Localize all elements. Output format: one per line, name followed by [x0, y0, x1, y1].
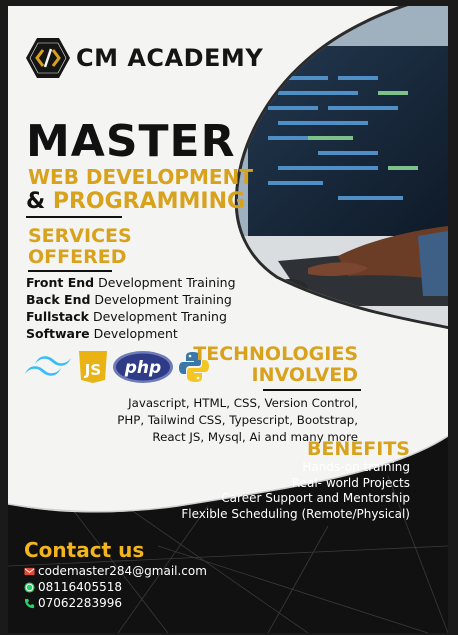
phone-icon	[24, 598, 35, 608]
technologies-title-line1: TECHNOLOGIES	[193, 343, 358, 365]
service-item-rest: Development Traning	[88, 309, 227, 324]
technologies-underline	[263, 389, 361, 391]
contact-whatsapp-text: 08116405518	[38, 580, 122, 594]
technologies-list: Javascript, HTML, CSS, Version Control, …	[8, 395, 358, 446]
benefits-list: Hands-on training Real- world Projects C…	[181, 460, 410, 522]
service-item-bold: Front End	[26, 275, 95, 290]
service-item-bold: Fullstack	[26, 309, 89, 324]
service-item-rest: Development Training	[94, 275, 236, 290]
headline-web-development: WEB DEVELOPMENT	[28, 165, 253, 189]
services-title-line1: SERVICES	[28, 225, 132, 247]
benefit-item: Real- world Projects	[291, 475, 410, 490]
contact-whatsapp[interactable]: 08116405518	[24, 580, 122, 594]
contact-phone[interactable]: 07062283996	[24, 596, 122, 610]
service-item-rest: Development	[89, 326, 178, 341]
benefit-item: Hands-on training	[302, 460, 410, 474]
service-item-bold: Software	[26, 326, 90, 341]
tech-icons: JS php	[22, 349, 211, 385]
services-title-line2: OFFERED	[28, 246, 127, 268]
academy-poster: CM ACADEMY MASTER WEB DEVELOPMENT & PROG…	[8, 6, 448, 633]
brand-name: CM ACADEMY	[76, 44, 264, 72]
technologies-title-line2: INVOLVED	[251, 364, 358, 386]
brand-logo: CM ACADEMY	[26, 36, 263, 80]
javascript-icon: JS	[79, 351, 107, 383]
technologies-line: React JS, Mysql, Ai and many more	[152, 430, 358, 444]
poster-frame: CM ACADEMY MASTER WEB DEVELOPMENT & PROG…	[0, 0, 458, 635]
contact-phone-text: 07062283996	[38, 596, 122, 610]
service-item: Software Development	[26, 325, 236, 342]
technologies-title: TECHNOLOGIES INVOLVED	[193, 344, 358, 386]
php-icon-label: php	[124, 358, 161, 378]
javascript-icon-label: JS	[84, 361, 101, 379]
contact-title: Contact us	[24, 538, 145, 562]
php-icon: php	[113, 351, 173, 383]
benefits-title: BENEFITS	[306, 438, 410, 460]
service-item-bold: Back End	[26, 292, 91, 307]
services-underline	[28, 270, 112, 272]
service-item-rest: Development Training	[90, 292, 232, 307]
technologies-line: PHP, Tailwind CSS, Typescript, Bootstrap…	[117, 413, 358, 427]
benefit-item: Flexible Scheduling (Remote/Physical)	[181, 506, 410, 521]
tailwind-icon	[25, 356, 71, 376]
service-item: Back End Development Training	[26, 291, 236, 308]
whatsapp-icon	[24, 581, 35, 593]
contact-email-text: codemaster284@gmail.com	[38, 564, 207, 578]
technologies-line: Javascript, HTML, CSS, Version Control,	[128, 396, 358, 410]
benefit-item: Career Support and Mentorship	[221, 491, 410, 505]
services-list: Front End Development Training Back End …	[26, 274, 236, 342]
contact-email[interactable]: codemaster284@gmail.com	[24, 564, 207, 578]
headline-programming-text: PROGRAMMING	[52, 189, 246, 214]
services-title: SERVICES OFFERED	[28, 226, 132, 268]
headline-programming: & PROGRAMMING	[26, 190, 245, 214]
headline-master: MASTER	[26, 116, 236, 167]
headline-ampersand: &	[26, 189, 46, 214]
service-item: Front End Development Training	[26, 274, 236, 291]
service-item: Fullstack Development Traning	[26, 308, 236, 325]
cm-logo-icon	[26, 38, 70, 78]
headline-underline	[26, 216, 122, 218]
email-icon	[24, 567, 35, 575]
